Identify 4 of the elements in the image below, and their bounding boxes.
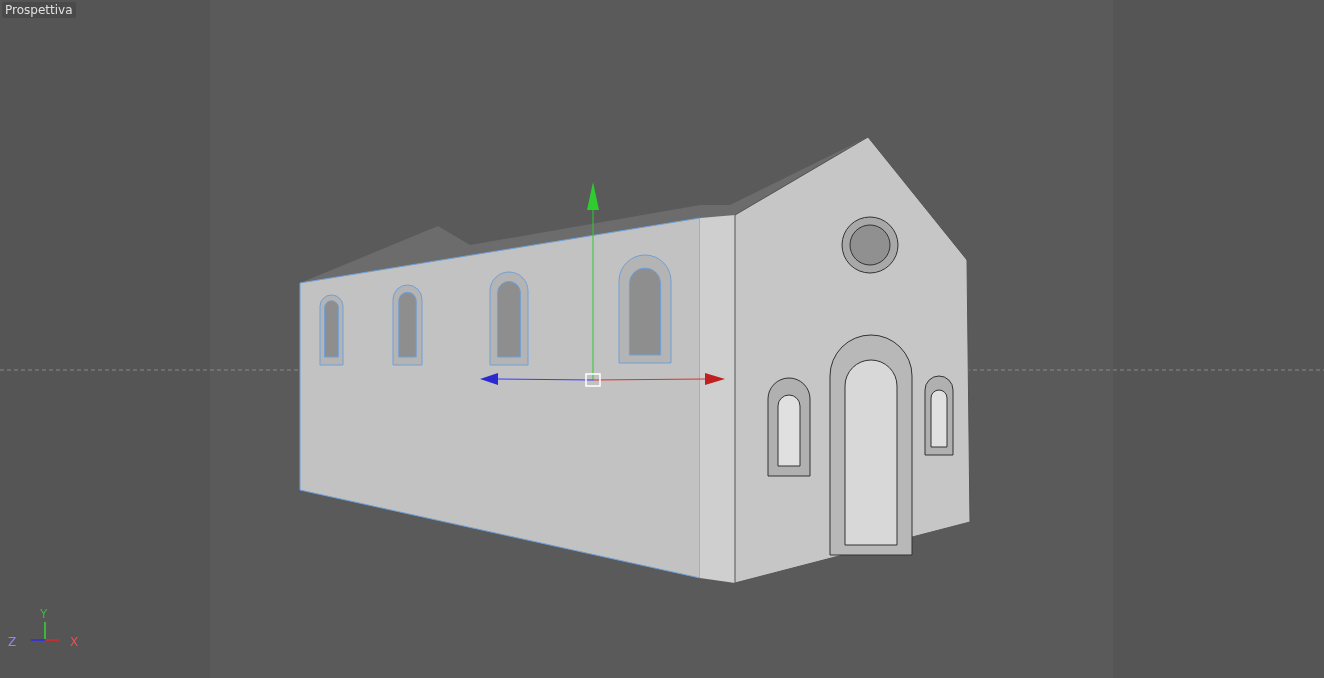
y-axis-label: Y [40,608,48,620]
x-axis-label: X [70,636,79,648]
viewport-label: Prospettiva [2,2,76,18]
z-axis-label: Z [8,636,17,648]
